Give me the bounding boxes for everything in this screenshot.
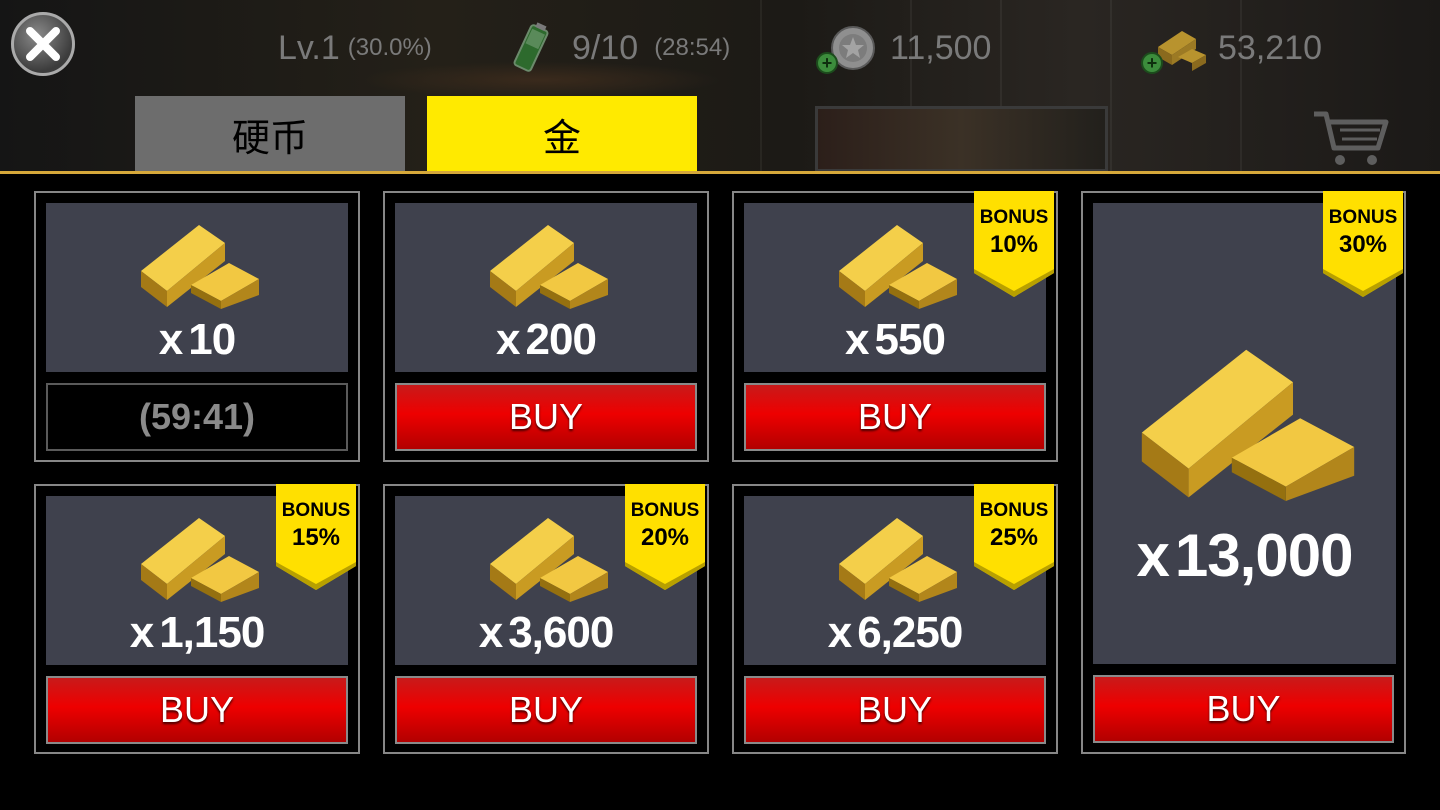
tab-divider: [0, 171, 1440, 174]
tab-coins-label: 硬币: [231, 117, 308, 160]
offer-quantity: x 10: [158, 315, 236, 364]
buy-button[interactable]: BUY: [46, 676, 348, 744]
offer-quantity: x 3,600: [478, 608, 615, 657]
offer-card: x 3,600 BUY BONUS 20%: [383, 484, 709, 754]
bonus-badge: BONUS 20%: [625, 484, 705, 590]
buy-button[interactable]: BUY: [395, 383, 697, 451]
offer-card-large: x 13,000 BUY BONUS 30%: [1081, 191, 1406, 754]
energy-timer: (28:54): [654, 34, 731, 61]
bonus-badge: BONUS 10%: [974, 191, 1054, 297]
tab-gold[interactable]: 金: [427, 96, 697, 172]
bonus-badge: BONUS 30%: [1323, 191, 1403, 297]
coins-indicator[interactable]: 11,500: [830, 26, 992, 70]
offer-quantity: x 13,000: [1136, 522, 1354, 589]
offer-quantity: x 6,250: [827, 608, 964, 657]
gold-bars-icon: [839, 518, 957, 602]
gold-bars-icon: [141, 225, 259, 309]
coins-value: 11,500: [890, 28, 992, 67]
buy-button[interactable]: BUY: [744, 383, 1046, 451]
offer-quantity: x 550: [845, 315, 946, 364]
gold-value: 53,210: [1218, 28, 1322, 67]
gold-bars-icon: [141, 518, 259, 602]
shopping-cart-icon[interactable]: [1310, 108, 1390, 168]
close-icon: [26, 27, 60, 61]
battery-icon: [513, 22, 549, 72]
gold-bars-icon: [1141, 349, 1355, 501]
offer-card: x 1,150 BUY BONUS 15%: [34, 484, 360, 754]
offer-panel: x 10: [46, 203, 348, 372]
buy-button[interactable]: BUY: [395, 676, 697, 744]
level-label: Lv.1: [278, 28, 340, 67]
add-coins-icon[interactable]: +: [816, 52, 838, 74]
level-progress: (30.0%): [347, 34, 432, 61]
offer-card: x 6,250 BUY BONUS 25%: [732, 484, 1058, 754]
bonus-badge: BONUS 15%: [276, 484, 356, 590]
offer-cooldown-timer: (59:41): [46, 383, 348, 451]
offer-quantity: x 200: [496, 315, 597, 364]
energy-indicator: 9/10 (28:54): [508, 22, 731, 72]
offer-quantity: x 1,150: [129, 608, 266, 657]
tab-coins[interactable]: 硬币: [135, 96, 405, 172]
offer-card: x 200 BUY: [383, 191, 709, 462]
bonus-badge: BONUS 25%: [974, 484, 1054, 590]
add-gold-icon[interactable]: +: [1141, 52, 1163, 74]
tab-gold-label: 金: [542, 117, 581, 160]
energy-value: 9/10: [572, 28, 639, 67]
gold-indicator[interactable]: 53,210: [1152, 28, 1322, 71]
offer-card: x 550 BUY BONUS 10%: [732, 191, 1058, 462]
offer-card: x 10 (59:41): [34, 191, 360, 462]
gold-bars-icon: [490, 518, 608, 602]
close-button[interactable]: [11, 12, 75, 76]
gold-bars-icon: [839, 225, 957, 309]
level-indicator: Lv.1 (30.0%): [278, 28, 432, 68]
background-weapon-banner: [815, 106, 1108, 172]
buy-button[interactable]: BUY: [744, 676, 1046, 744]
buy-button[interactable]: BUY: [1093, 675, 1394, 743]
offer-panel: x 200: [395, 203, 697, 372]
gold-bars-icon: [490, 225, 608, 309]
